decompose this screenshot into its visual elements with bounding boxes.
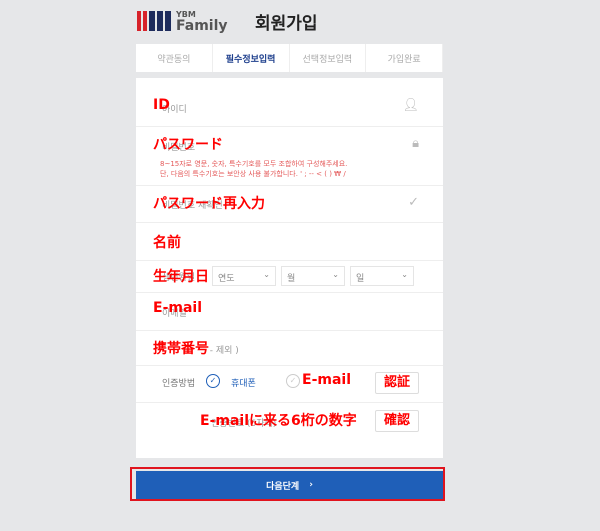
next-step-button[interactable]: 다음단계 ›: [136, 471, 443, 499]
auth-button[interactable]: 認証: [375, 372, 419, 394]
password-hint: 8~15자로 영문, 숫자, 특수기호를 모두 조합하여 구성해주세요. 단, 다…: [160, 160, 348, 178]
auth-option-email[interactable]: E-mail: [302, 372, 351, 388]
annotation-code: E-mailに来る6桁の数字: [200, 413, 357, 429]
chevron-right-icon: ›: [309, 480, 313, 490]
confirm-button[interactable]: 確認: [375, 410, 419, 432]
birth-field: 생년월일 生年月日 연도 ⌄ 월 ⌄ 일 ⌄: [136, 260, 443, 293]
password-confirm-field[interactable]: 비밀번호 재확인 パスワード再入力 ✓: [136, 185, 443, 223]
step-optional-info: 선택정보입력: [290, 44, 367, 72]
annotation-email: E-mail: [153, 300, 203, 316]
annotation-password: パスワード: [153, 137, 223, 153]
phone-field[interactable]: 휴대폰번호( - 제외 ) 携帯番号: [136, 330, 443, 366]
chevron-down-icon: ⌄: [401, 270, 408, 279]
year-select[interactable]: 연도 ⌄: [212, 266, 276, 286]
id-field[interactable]: 아이디 ID 👤︎: [136, 88, 443, 127]
month-select[interactable]: 월 ⌄: [281, 266, 345, 286]
annotation-name: 名前: [153, 235, 181, 251]
logo-text-large: Family: [176, 18, 228, 34]
annotation-birth: 生年月日: [153, 269, 209, 285]
chevron-down-icon: ⌄: [263, 270, 270, 279]
code-row: 인증번호 (6자리) E-mailに来る6桁の数字 確認: [136, 402, 443, 440]
day-select[interactable]: 일 ⌄: [350, 266, 414, 286]
annotation-id: ID: [153, 97, 170, 113]
radio-unchecked-icon[interactable]: ✓: [286, 374, 300, 388]
lock-icon: 🔒︎: [412, 136, 419, 151]
lock-check-icon: ✓: [408, 195, 419, 210]
step-indicator: 약관동의 필수정보입력 선택정보입력 가입완료: [136, 44, 443, 72]
auth-option-phone[interactable]: 휴대폰: [231, 376, 256, 389]
password-field[interactable]: 비밀번호 パスワード 🔒︎ 8~15자로 영문, 숫자, 특수기호를 모두 조합…: [136, 126, 443, 186]
annotation-password-confirm: パスワード再入力: [153, 196, 265, 212]
annotation-phone: 携帯番号: [153, 338, 209, 358]
email-field[interactable]: 이메일 E-mail: [136, 292, 443, 331]
name-field[interactable]: 이름 名前: [136, 222, 443, 261]
step-terms: 약관동의: [136, 44, 213, 72]
radio-checked-icon[interactable]: ✓: [206, 374, 220, 388]
user-icon: 👤︎: [402, 98, 419, 113]
ybm-logo: [137, 11, 171, 31]
chevron-down-icon: ⌄: [332, 270, 339, 279]
auth-method-row: 인증방법 ✓ 휴대폰 ✓ E-mail 認証: [136, 365, 443, 403]
step-complete: 가입완료: [366, 44, 443, 72]
auth-method-label: 인증방법: [162, 379, 196, 389]
signup-form: 아이디 ID 👤︎ 비밀번호 パスワード 🔒︎ 8~15자로 영문, 숫자, 특…: [136, 78, 443, 458]
step-required-info: 필수정보입력: [213, 44, 290, 72]
page-title: 회원가입: [255, 14, 318, 34]
